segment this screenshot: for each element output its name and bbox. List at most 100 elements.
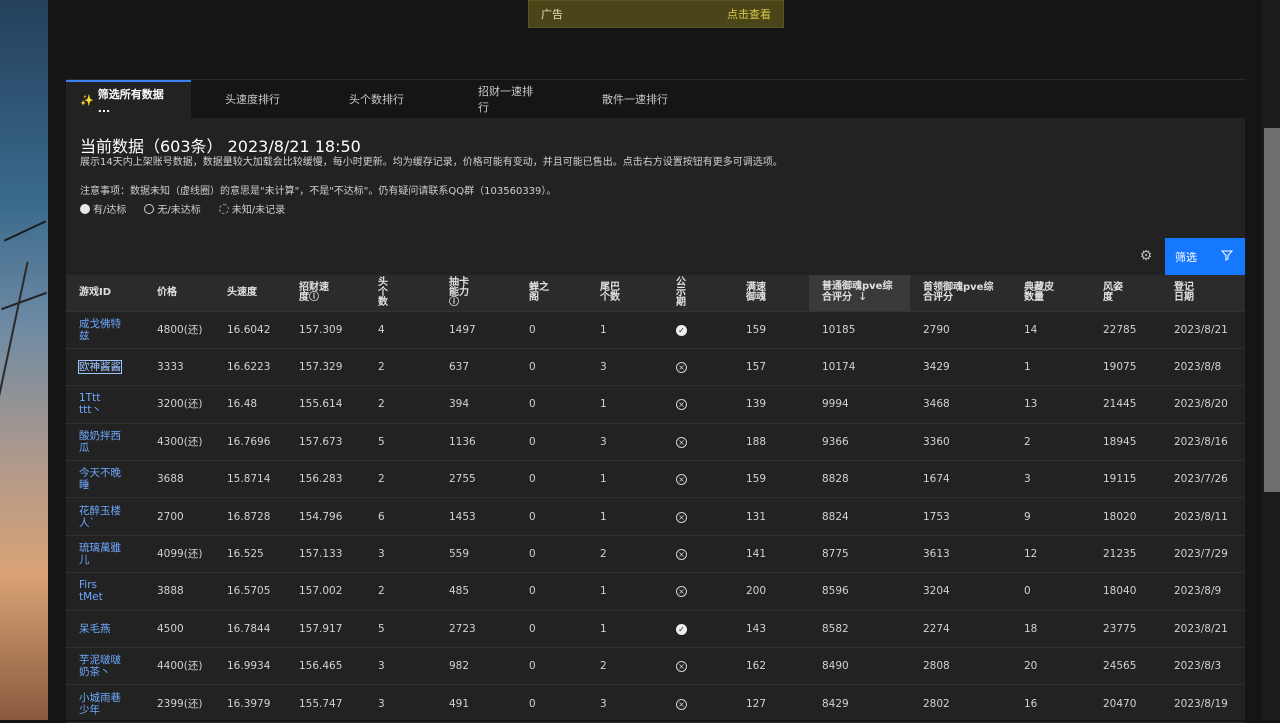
ad-label: 广告	[541, 8, 563, 21]
cell-full-speed: 162	[733, 647, 809, 686]
game-id-text[interactable]: 咸戈佛特 兹	[79, 318, 121, 342]
cell-price: 3888	[144, 572, 214, 611]
tab-zc-speed[interactable]: 招财一速排行	[415, 80, 536, 118]
cell-zc-speed: 154.796	[286, 497, 365, 536]
table-row[interactable]: 咸戈佛特 兹 4800(还) 16.6042 157.309 4 1497 0 1 ✓ 159 10…	[66, 311, 1245, 349]
game-id-text[interactable]: 呆毛燕	[79, 623, 111, 635]
tab-filter-all[interactable]: ✨ 筛选所有数据 ...	[66, 80, 191, 118]
table-row[interactable]: 花醉玉楼 人` 2700 16.8728 154.796 6 1453 0 1 × 131 8824…	[66, 497, 1245, 536]
game-id-text[interactable]: 酸奶拌西 瓜	[79, 430, 121, 454]
cell-chan: 0	[516, 348, 587, 387]
column-header[interactable]: 满速 御魂	[733, 275, 809, 312]
game-id-text[interactable]: 琉璃萬雖 儿	[79, 542, 121, 566]
game-id-link[interactable]: 花醉玉楼 人`	[66, 497, 144, 536]
game-id-link[interactable]: Firs tMet	[66, 572, 144, 611]
table-row[interactable]: 今天不晚 睡 3688 15.8714 156.283 2 2755 0 1 × 159 8828 1…	[66, 460, 1245, 499]
game-id-text[interactable]: 今天不晚 睡	[79, 467, 121, 491]
column-header[interactable]: 首领御魂pve综 合评分	[910, 275, 1011, 312]
cell-full-speed: 200	[733, 572, 809, 611]
tab-head-speed[interactable]: 头速度排行	[191, 80, 291, 118]
cell-pve: 8490	[809, 647, 910, 686]
game-id-text[interactable]: 小城雨巷 少年	[79, 692, 121, 716]
cell-chan: 0	[516, 647, 587, 686]
game-id-link[interactable]: 咸戈佛特 兹	[66, 311, 144, 349]
cell-chan: 0	[516, 460, 587, 499]
cell-price: 2399(还)	[144, 684, 214, 723]
game-id-text[interactable]: 芋泥啵啵 奶茶丶	[79, 654, 121, 678]
cell-price: 4800(还)	[144, 311, 214, 349]
cell-full-speed: 141	[733, 535, 809, 574]
column-header-label: 登记 日期	[1174, 281, 1194, 303]
tab-label: 散件一速排行	[602, 93, 668, 106]
column-header[interactable]: 尾巴 个数	[587, 275, 663, 312]
cell-charm: 18040	[1090, 572, 1161, 611]
tab-head-count[interactable]: 头个数排行	[291, 80, 415, 118]
cell-heads: 4	[365, 311, 436, 349]
game-id-text[interactable]: Firs tMet	[79, 579, 103, 603]
cell-chan: 0	[516, 423, 587, 462]
table-row[interactable]: 琉璃萬雖 儿 4099(还) 16.525 157.133 3 559 0 2 × 141 8775…	[66, 535, 1245, 574]
cell-date: 2023/8/21	[1161, 610, 1245, 649]
x-circle-icon: ×	[676, 511, 687, 523]
column-header[interactable]: 典藏皮 数量	[1011, 275, 1090, 312]
game-id-link[interactable]: 琉璃萬雖 儿	[66, 535, 144, 574]
cell-zc-speed: 157.133	[286, 535, 365, 574]
cell-date: 2023/8/16	[1161, 423, 1245, 462]
x-circle-icon: ×	[676, 399, 687, 411]
cell-heads: 5	[365, 423, 436, 462]
public-status: ✓	[663, 610, 733, 649]
game-id-text[interactable]: 1Ttt ttt丶	[79, 392, 102, 416]
cell-tails: 1	[587, 572, 663, 611]
game-id-link[interactable]: 呆毛燕	[66, 610, 144, 649]
game-id-link[interactable]: 欧神酱酱	[66, 348, 144, 387]
column-header[interactable]: 招财速 度ⓘ	[286, 275, 365, 312]
table-row[interactable]: 欧神酱酱 3333 16.6223 157.329 2 637 0 3 × 157 10174 342…	[66, 348, 1245, 387]
sort-down-icon[interactable]: ↓	[858, 290, 867, 303]
filter-button[interactable]: 筛选	[1165, 238, 1245, 275]
table-row[interactable]: 酸奶拌西 瓜 4300(还) 16.7696 157.673 5 1136 0 3 × 188 93…	[66, 423, 1245, 462]
column-header[interactable]: 登记 日期	[1161, 275, 1245, 312]
cell-boss: 3360	[910, 423, 1011, 462]
table-row[interactable]: 小城雨巷 少年 2399(还) 16.3979 155.747 3 491 0 3 × 127 84…	[66, 684, 1245, 723]
table-row[interactable]: Firs tMet 3888 16.5705 157.002 2 485 0 1 × 200 859…	[66, 572, 1245, 611]
filter-label: 筛选	[1175, 250, 1197, 264]
column-header[interactable]: 普通御魂pve综 合评分 ↓	[809, 275, 910, 312]
game-id-text[interactable]: 欧神酱酱	[78, 360, 122, 375]
cell-head-speed: 16.48	[214, 385, 286, 424]
column-header[interactable]: 抽卡 能力 ⓘ	[436, 275, 516, 312]
table-row[interactable]: 呆毛燕 4500 16.7844 157.917 5 2723 0 1 ✓ 143 8582 2274…	[66, 610, 1245, 649]
cell-charm: 19075	[1090, 348, 1161, 387]
public-status: ×	[663, 385, 733, 424]
game-id-link[interactable]: 1Ttt ttt丶	[66, 385, 144, 424]
column-header[interactable]: 游戏ID	[66, 275, 144, 312]
column-header[interactable]: 价格	[144, 275, 214, 312]
cell-zc-speed: 156.283	[286, 460, 365, 499]
cell-tails: 2	[587, 535, 663, 574]
column-header[interactable]: 头速度	[214, 275, 286, 312]
cell-heads: 5	[365, 610, 436, 649]
cell-pve: 8824	[809, 497, 910, 536]
column-header[interactable]: 头 个 数	[365, 275, 436, 312]
column-header[interactable]: 风姿 度	[1090, 275, 1161, 312]
game-id-link[interactable]: 芋泥啵啵 奶茶丶	[66, 647, 144, 686]
cell-zc-speed: 157.673	[286, 423, 365, 462]
table-row[interactable]: 芋泥啵啵 奶茶丶 4400(还) 16.9934 156.465 3 982 0 2 × 162 8…	[66, 647, 1245, 686]
cell-boss: 1753	[910, 497, 1011, 536]
scrollbar-thumb[interactable]	[1264, 128, 1280, 492]
column-header[interactable]: 蝉之 阁	[516, 275, 587, 312]
gear-icon[interactable]: ⚙	[1138, 248, 1154, 264]
tab-scatter-speed[interactable]: 散件一速排行	[536, 80, 706, 118]
game-id-link[interactable]: 酸奶拌西 瓜	[66, 423, 144, 462]
table-row[interactable]: 1Ttt ttt丶 3200(还) 16.48 155.614 2 394 0 1 × 139 99…	[66, 385, 1245, 424]
game-id-link[interactable]: 小城雨巷 少年	[66, 684, 144, 723]
cell-price: 2700	[144, 497, 214, 536]
ad-link[interactable]: 点击查看	[727, 6, 771, 22]
column-header[interactable]: 公 示 期	[663, 275, 733, 312]
cell-gacha: 1136	[436, 423, 516, 462]
ad-banner[interactable]: 广告 点击查看	[528, 0, 784, 28]
cell-charm: 22785	[1090, 311, 1161, 349]
check-circle-icon	[80, 204, 90, 214]
game-id-text[interactable]: 花醉玉楼 人`	[79, 505, 121, 529]
cell-gacha: 982	[436, 647, 516, 686]
game-id-link[interactable]: 今天不晚 睡	[66, 460, 144, 499]
